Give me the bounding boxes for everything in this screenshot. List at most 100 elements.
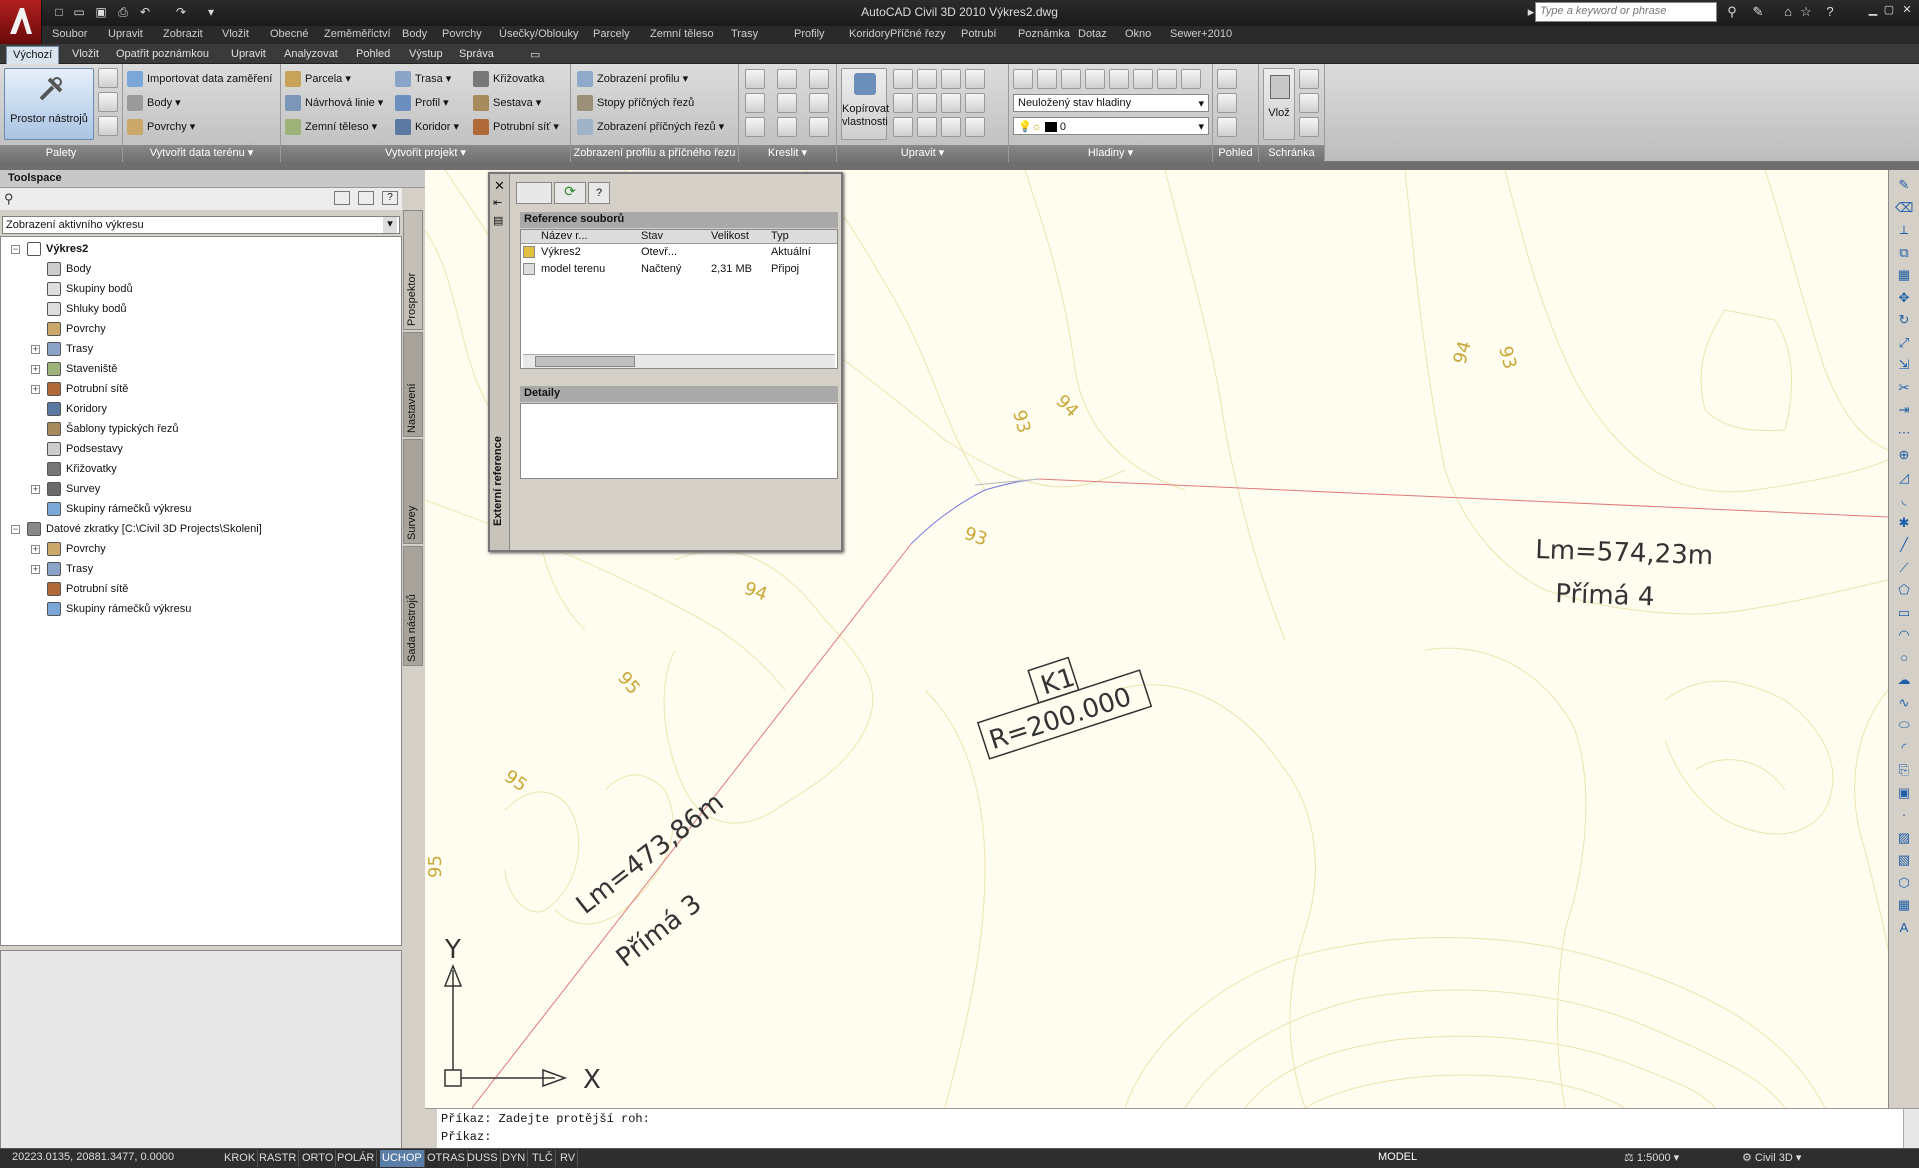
xref-details-header[interactable]: Detaily: [520, 386, 838, 402]
tree-item[interactable]: Potrubní sítě: [47, 580, 128, 598]
menu-7[interactable]: Povrchy: [442, 28, 482, 40]
menu-10[interactable]: Zemní těleso: [650, 28, 714, 40]
grading-button[interactable]: Zemní těleso ▾: [285, 117, 377, 137]
menu-5[interactable]: Zeměměřictví: [324, 28, 391, 40]
stretch-icon[interactable]: [893, 93, 913, 113]
move-icon[interactable]: [893, 69, 913, 89]
menu-3[interactable]: Vložit: [222, 28, 249, 40]
menu-16[interactable]: Poznámka: [1018, 28, 1070, 40]
match-props-icon[interactable]: [1299, 117, 1319, 137]
trim-icon[interactable]: [941, 93, 961, 113]
spline-icon[interactable]: [745, 117, 765, 137]
xref-help-icon[interactable]: ?: [588, 182, 610, 204]
intersection-button[interactable]: Křižovatka: [473, 69, 544, 89]
layer-off-icon[interactable]: [1109, 69, 1129, 89]
tree-expander[interactable]: −: [11, 525, 20, 534]
undo-icon[interactable]: ↶: [136, 3, 154, 21]
panel-view-icon[interactable]: [358, 191, 374, 205]
save-icon[interactable]: ▣: [92, 3, 110, 21]
col-name[interactable]: Název r...: [541, 230, 587, 242]
tree-expander[interactable]: +: [31, 345, 40, 354]
layer-isolate-icon[interactable]: [1085, 69, 1105, 89]
menu-15[interactable]: Potrubí: [961, 28, 996, 40]
chamfer-tool-icon[interactable]: ◿: [1895, 469, 1913, 487]
erase-icon[interactable]: [893, 117, 913, 137]
ribbon-minimize-icon[interactable]: ▭: [524, 46, 546, 64]
rotate-tool-icon[interactable]: ↻: [1895, 311, 1913, 329]
cut-icon[interactable]: [1299, 69, 1319, 89]
toolspace-view-combo[interactable]: Zobrazení aktivního výkresu ▾: [2, 216, 400, 234]
mirror-icon[interactable]: [917, 93, 937, 113]
tree-expander[interactable]: +: [31, 385, 40, 394]
tree-item[interactable]: Staveniště: [47, 360, 117, 378]
command-window[interactable]: Příkaz: Zadejte protější roh: Příkaz:: [425, 1108, 1919, 1149]
pipe-network-button[interactable]: Potrubní síť ▾: [473, 117, 559, 137]
status-toggle-8[interactable]: TLČ: [530, 1150, 556, 1167]
move-tool-icon[interactable]: ✥: [1895, 289, 1913, 307]
ribbon-tab-5[interactable]: Pohled: [350, 46, 396, 64]
tree-item[interactable]: Potrubní sítě: [47, 380, 128, 398]
join-tool-icon[interactable]: ⊕: [1895, 446, 1913, 464]
revcloud-tool-icon[interactable]: ☁: [1895, 671, 1913, 689]
tree-expander[interactable]: +: [31, 365, 40, 374]
array-tool-icon[interactable]: ▦: [1895, 266, 1913, 284]
help-ts-icon[interactable]: ?: [382, 191, 398, 205]
alignment-button[interactable]: Trasa ▾: [395, 69, 451, 89]
menu-1[interactable]: Upravit: [108, 28, 143, 40]
menu-17[interactable]: Dotaz: [1078, 28, 1107, 40]
tab-prospector[interactable]: Prospektor: [403, 210, 423, 330]
col-type[interactable]: Typ: [771, 230, 789, 242]
status-toggle-7[interactable]: DYN: [500, 1150, 529, 1167]
menu-19[interactable]: Sewer+2010: [1170, 28, 1232, 40]
extend-tool-icon[interactable]: ⇥: [1895, 401, 1913, 419]
status-toggle-0[interactable]: KROK: [222, 1150, 259, 1167]
rect-tool-icon[interactable]: ▭: [1895, 604, 1913, 622]
tree-item[interactable]: Survey: [47, 480, 100, 498]
tab-sada-nastroju[interactable]: Sada nástrojů: [403, 546, 423, 666]
menu-8[interactable]: Úsečky/Oblouky: [499, 28, 578, 40]
menu-11[interactable]: Trasy: [731, 28, 758, 40]
tree-expander[interactable]: +: [31, 545, 40, 554]
copy-clip-icon[interactable]: [1299, 93, 1319, 113]
hatch-icon[interactable]: [809, 117, 829, 137]
tree-item[interactable]: Povrchy: [47, 320, 106, 338]
pencil-icon[interactable]: ✎: [1895, 176, 1913, 194]
status-toggle-5[interactable]: OTRAS: [425, 1150, 468, 1167]
layer-match-icon[interactable]: [1037, 69, 1057, 89]
status-toggle-9[interactable]: RV: [558, 1150, 579, 1167]
rectangle-icon[interactable]: [809, 93, 829, 113]
ellipse-arc-tool-icon[interactable]: ◜: [1895, 739, 1913, 757]
layer-unlock-icon[interactable]: [1181, 69, 1201, 89]
layer-previous-icon[interactable]: [1061, 69, 1081, 89]
profile-view-button[interactable]: Zobrazení profilu ▾: [577, 69, 688, 89]
favorites-icon[interactable]: ☆: [1796, 3, 1816, 21]
tree-item[interactable]: Podsestavy: [47, 440, 123, 458]
tree-item[interactable]: Povrchy: [47, 540, 106, 558]
menu-18[interactable]: Okno: [1125, 28, 1151, 40]
tree-item[interactable]: Skupiny rámečků výkresu: [47, 500, 191, 518]
binoculars-icon[interactable]: ⚲: [1722, 3, 1742, 21]
search-icon[interactable]: ⚲: [4, 191, 14, 207]
extend-icon[interactable]: [965, 93, 985, 113]
col-size[interactable]: Velikost: [711, 230, 749, 242]
minimize-icon[interactable]: ▁: [1866, 3, 1880, 17]
search-input[interactable]: Type a keyword or phrase: [1535, 2, 1717, 22]
fillet-tool-icon[interactable]: ◟: [1895, 491, 1913, 509]
pan-icon[interactable]: [1217, 93, 1237, 113]
line-tool-icon[interactable]: ╱: [1895, 536, 1913, 554]
block-tool-icon[interactable]: ▣: [1895, 784, 1913, 802]
gradient-tool-icon[interactable]: ▧: [1895, 851, 1913, 869]
table-tool-icon[interactable]: ▦: [1895, 896, 1913, 914]
copy-icon[interactable]: [965, 69, 985, 89]
workspace-combo[interactable]: ⚙ Civil 3D ▾: [1742, 1151, 1801, 1164]
tree-item[interactable]: Trasy: [47, 340, 93, 358]
new-icon[interactable]: □: [50, 3, 68, 21]
xref-hscrollbar[interactable]: [523, 354, 835, 368]
tree-item[interactable]: Šablony typických řezů: [47, 420, 179, 438]
explode-tool-icon[interactable]: ✱: [1895, 514, 1913, 532]
model-space-button[interactable]: MODEL: [1378, 1151, 1417, 1163]
menu-14[interactable]: Příčné řezy: [890, 28, 946, 40]
layer-freeze-icon[interactable]: [1133, 69, 1153, 89]
point-tool-icon[interactable]: ·: [1895, 806, 1913, 824]
tree-item[interactable]: Datové zkratky [C:\Civil 3D Projects\Sko…: [27, 520, 262, 538]
